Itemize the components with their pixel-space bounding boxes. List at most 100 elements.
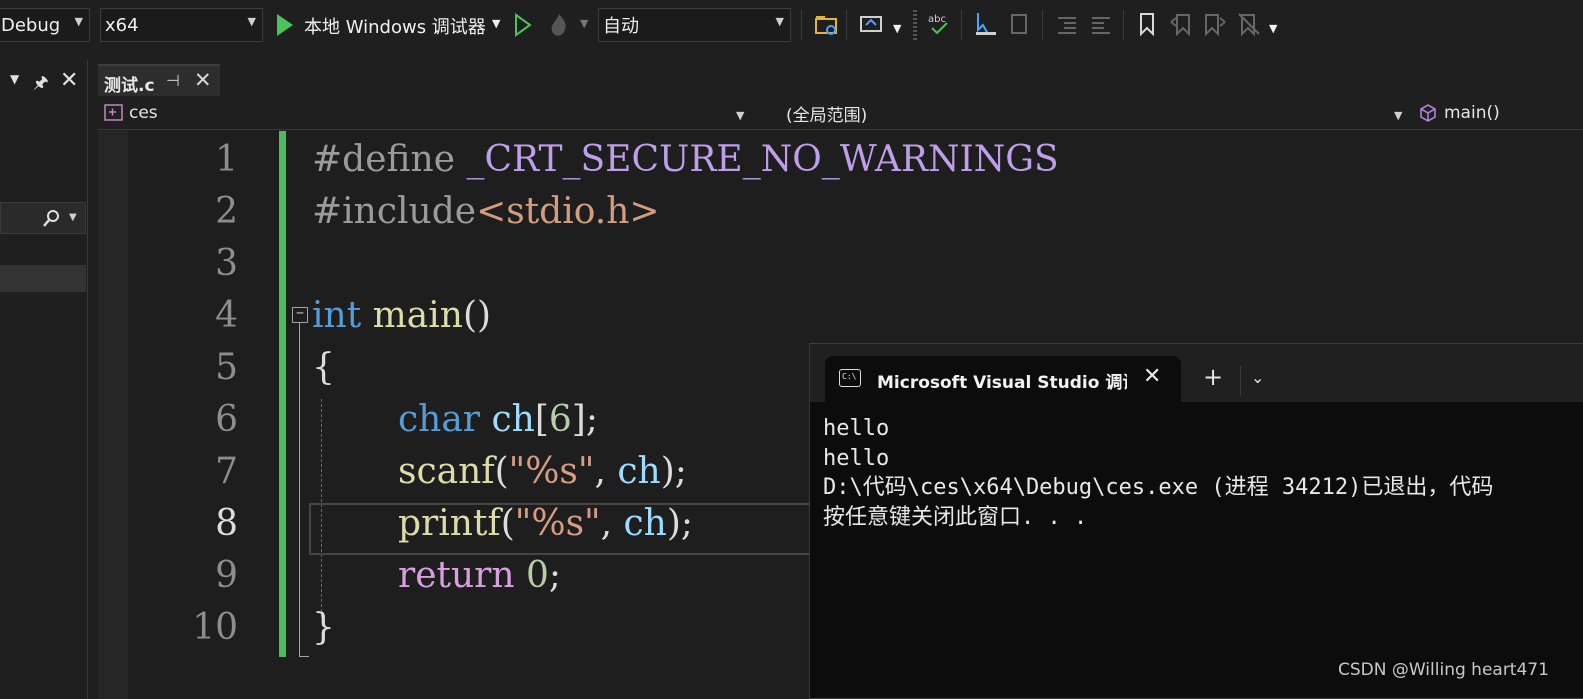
watermark: CSDN @Willing heart471 (1338, 660, 1549, 680)
chevron-down-icon[interactable]: ⌄ (1251, 368, 1264, 387)
spell-check-icon[interactable]: abc (925, 10, 953, 40)
outdent-icon[interactable] (1088, 10, 1116, 40)
step-cursor-icon[interactable] (972, 10, 1000, 40)
line-number: 5 (215, 347, 238, 388)
token-variable: ch (491, 399, 535, 440)
indent-icon[interactable] (1054, 10, 1082, 40)
token-punct: } (312, 607, 335, 648)
line-number: 10 (192, 607, 238, 648)
close-icon[interactable]: ✕ (194, 68, 212, 92)
toolbar-separator (1042, 10, 1043, 40)
function-cube-icon (1420, 104, 1436, 122)
token-punct: ); (660, 451, 687, 492)
token-directive: #define (312, 139, 456, 180)
token-punct: () (462, 295, 492, 336)
previous-bookmark-icon[interactable] (1168, 10, 1196, 40)
search-box[interactable]: ▼ (0, 202, 86, 234)
line-number: 2 (215, 191, 238, 232)
scope-dropdown[interactable]: (全局范围) ▼ (758, 99, 1408, 127)
terminal-title-bar: C:\ Microsoft Visual Studio 调试控制台 ✕ + ⌄ (810, 344, 1583, 402)
auto-dropdown-value: 自动 (603, 16, 639, 37)
pin-icon[interactable]: 🖈 (33, 70, 49, 99)
open-folder-icon[interactable] (813, 10, 841, 40)
line-number: 7 (215, 451, 238, 492)
solution-config-dropdown[interactable]: Debug ▼ (0, 8, 90, 42)
token-punct: { (312, 347, 335, 388)
code-line-5: { (312, 342, 335, 394)
search-icon (43, 210, 59, 227)
chevron-down-icon: ▼ (247, 15, 256, 28)
play-icon[interactable] (274, 12, 296, 38)
hot-reload-icon[interactable] (546, 10, 572, 40)
token-directive: #include (312, 191, 477, 232)
change-tracking-bar (279, 131, 286, 657)
output-line: hello (823, 416, 890, 441)
line-number-current: 8 (215, 503, 238, 544)
clear-bookmarks-icon[interactable] (1235, 10, 1263, 40)
token-number: 6 (548, 399, 572, 440)
code-line-4: int main() (312, 290, 491, 342)
code-line-8: printf("%s", ch); (398, 498, 693, 550)
token-function: main (372, 295, 463, 336)
switch-views-icon[interactable] (858, 10, 886, 40)
tab-test-c[interactable]: 测试.c ⊣ ✕ (98, 64, 220, 96)
comment-block-icon[interactable] (1006, 10, 1034, 40)
line-number: 6 (215, 399, 238, 440)
main-toolbar: Debug ▼ x64 ▼ 本地 Windows 调试器 ▼ ▼ 自动 ▼ ▼ … (0, 0, 1583, 52)
close-icon[interactable]: ✕ (60, 68, 78, 93)
scope-value: (全局范围) (786, 105, 868, 126)
console-output: hello hello D:\代码\ces\x64\Debug\ces.exe (进… (823, 414, 1493, 532)
code-line-7: scanf("%s", ch); (398, 446, 687, 498)
selected-tree-item[interactable] (0, 265, 86, 292)
token-function: scanf (398, 451, 495, 492)
code-line-2: #include<stdio.h> (312, 186, 660, 238)
new-tab-icon[interactable]: + (1203, 363, 1223, 391)
chevron-down-icon[interactable]: ▼ (1269, 22, 1277, 35)
tab-label: 测试.c (104, 76, 155, 96)
toolbar-separator (801, 10, 802, 40)
token-keyword: return (398, 555, 515, 596)
outline-end (299, 656, 309, 657)
auto-dropdown[interactable]: 自动 ▼ (598, 8, 791, 42)
platform-value: x64 (105, 14, 139, 36)
line-number: 9 (215, 555, 238, 596)
token-number: 0 (526, 555, 549, 596)
token-keyword: int (312, 295, 362, 336)
collapse-icon[interactable]: − (292, 307, 308, 323)
token-header: <stdio.h> (476, 191, 660, 232)
pin-icon[interactable]: ⊣ (166, 71, 180, 90)
member-value: main() (1444, 103, 1500, 123)
debug-console-window[interactable]: C:\ Microsoft Visual Studio 调试控制台 ✕ + ⌄ … (809, 343, 1583, 699)
chevron-down-icon: ▼ (736, 109, 745, 122)
console-icon: C:\ (839, 369, 861, 387)
output-line: 按任意键关闭此窗口. . . (823, 504, 1088, 530)
chevron-down-icon: ▼ (69, 212, 77, 223)
cpp-project-icon (104, 104, 123, 121)
project-dropdown[interactable]: ces ▼ (104, 99, 754, 127)
token-keyword: char (398, 399, 481, 440)
chevron-down-icon[interactable]: ▼ (893, 22, 901, 35)
token-punct: ( (494, 451, 509, 492)
token-punct: , (600, 503, 624, 544)
indicator-margin (98, 131, 128, 699)
token-punct: ( (500, 503, 515, 544)
terminal-tab[interactable]: C:\ Microsoft Visual Studio 调试控制台 ✕ (825, 356, 1181, 402)
platform-dropdown[interactable]: x64 ▼ (100, 8, 263, 42)
project-name: ces (129, 103, 158, 123)
navigation-bar: ces ▼ (全局范围) ▼ main() (98, 97, 1583, 130)
member-dropdown[interactable]: main() (1418, 99, 1583, 127)
solution-explorer-panel: ▼ 🖈 ✕ ▼ (0, 60, 88, 699)
bookmark-icon[interactable] (1134, 10, 1162, 40)
code-line-1: #define _CRT_SECURE_NO_WARNINGS (312, 134, 1059, 186)
chevron-down-icon[interactable]: ▼ (10, 72, 19, 86)
close-icon[interactable]: ✕ (1143, 364, 1161, 389)
start-without-debugging-icon[interactable] (512, 12, 534, 38)
next-bookmark-icon[interactable] (1201, 10, 1229, 40)
start-debugger-button[interactable]: 本地 Windows 调试器 (304, 13, 486, 39)
toolbar-separator (961, 10, 962, 40)
chevron-down-icon[interactable]: ▼ (580, 17, 588, 30)
token-punct: , (594, 451, 618, 492)
token-function: printf (398, 503, 501, 544)
chevron-down-icon[interactable]: ▼ (492, 17, 500, 30)
svg-text:abc: abc (928, 14, 946, 25)
